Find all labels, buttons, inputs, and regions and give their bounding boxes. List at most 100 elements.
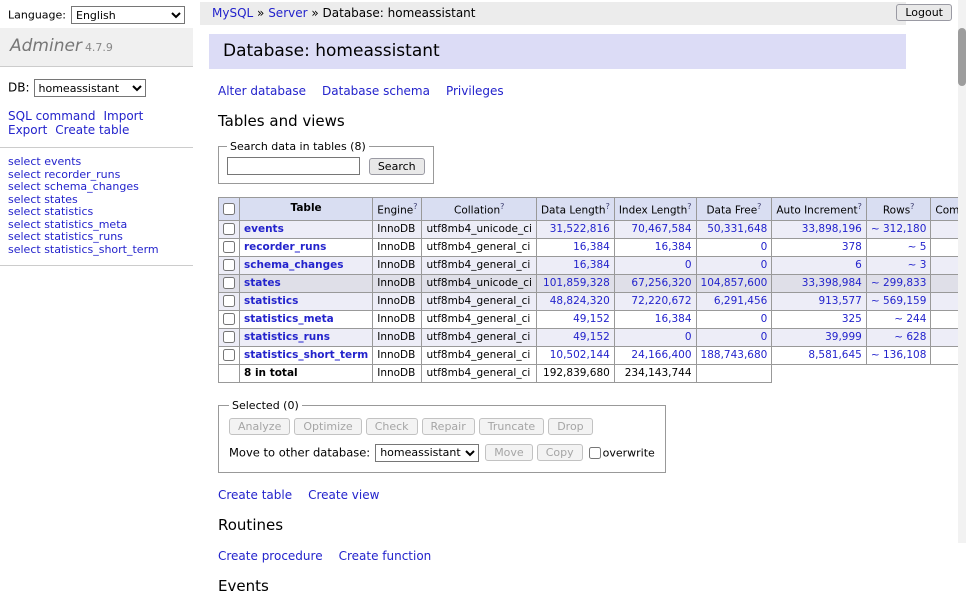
index-length-link[interactable]: 16,384 xyxy=(655,313,692,325)
rows-link[interactable]: ~ 569,159 xyxy=(871,295,927,307)
rows-link[interactable]: ~ 312,180 xyxy=(871,223,927,235)
table-name-link[interactable]: statistics xyxy=(244,295,298,307)
check-all-checkbox[interactable] xyxy=(223,203,235,215)
select-link-statistics_runs[interactable]: select xyxy=(8,230,41,243)
data-length-link[interactable]: 31,522,816 xyxy=(550,223,610,235)
row-checkbox[interactable] xyxy=(223,349,235,361)
data-free-link[interactable]: 6,291,456 xyxy=(714,295,767,307)
table-link-statistics_short_term[interactable]: statistics_short_term xyxy=(44,243,158,256)
rows-link[interactable]: ~ 136,108 xyxy=(871,349,927,361)
auto-increment-link[interactable]: 913,577 xyxy=(818,295,861,307)
overwrite-checkbox[interactable] xyxy=(589,447,601,459)
data-length-link[interactable]: 10,502,144 xyxy=(550,349,610,361)
help-icon[interactable]: ? xyxy=(858,202,862,211)
rows-link[interactable]: ~ 3 xyxy=(908,259,927,271)
table-name-link[interactable]: events xyxy=(244,223,284,235)
data-free-link[interactable]: 0 xyxy=(761,313,768,325)
row-checkbox[interactable] xyxy=(223,259,235,271)
move-db-select[interactable]: homeassistant xyxy=(375,444,479,462)
index-length-link[interactable]: 0 xyxy=(685,259,692,271)
data-free-link[interactable]: 104,857,600 xyxy=(701,277,768,289)
logout-button[interactable]: Logout xyxy=(896,4,952,21)
table-link-statistics_runs[interactable]: statistics_runs xyxy=(44,230,123,243)
db-link-database-schema[interactable]: Database schema xyxy=(322,84,430,98)
data-free-link[interactable]: 0 xyxy=(761,331,768,343)
db-link-privileges[interactable]: Privileges xyxy=(446,84,504,98)
language-select[interactable]: English xyxy=(71,6,185,24)
table-link-states[interactable]: states xyxy=(44,193,78,206)
row-checkbox[interactable] xyxy=(223,295,235,307)
rows-link[interactable]: ~ 628 xyxy=(894,331,926,343)
data-free-link[interactable]: 0 xyxy=(761,241,768,253)
rows-link[interactable]: ~ 299,833 xyxy=(871,277,927,289)
select-link-states[interactable]: select xyxy=(8,193,41,206)
index-length-link[interactable]: 0 xyxy=(685,331,692,343)
table-link-statistics[interactable]: statistics xyxy=(44,205,93,218)
db-link-alter-database[interactable]: Alter database xyxy=(218,84,306,98)
help-icon[interactable]: ? xyxy=(687,202,691,211)
auto-increment-link[interactable]: 378 xyxy=(842,241,862,253)
scrollbar-track[interactable] xyxy=(958,0,966,543)
auto-increment-link[interactable]: 6 xyxy=(855,259,862,271)
data-free-link[interactable]: 0 xyxy=(761,259,768,271)
table-name-link[interactable]: statistics_meta xyxy=(244,313,334,325)
auto-increment-link[interactable]: 39,999 xyxy=(825,331,862,343)
row-checkbox[interactable] xyxy=(223,223,235,235)
auto-increment-link[interactable]: 8,581,645 xyxy=(808,349,861,361)
create-link-create-view[interactable]: Create view xyxy=(308,488,379,502)
index-length-link[interactable]: 72,220,672 xyxy=(631,295,691,307)
table-name-link[interactable]: recorder_runs xyxy=(244,241,326,253)
sidebar-action-sql-command[interactable]: SQL command xyxy=(8,109,95,123)
sidebar-action-create-table[interactable]: Create table xyxy=(55,123,129,137)
data-free-link[interactable]: 50,331,648 xyxy=(707,223,767,235)
db-select[interactable]: homeassistant xyxy=(34,79,146,97)
select-link-schema_changes[interactable]: select xyxy=(8,180,41,193)
help-icon[interactable]: ? xyxy=(910,202,914,211)
data-length-link[interactable]: 48,824,320 xyxy=(550,295,610,307)
data-free-link[interactable]: 188,743,680 xyxy=(701,349,768,361)
adminer-logo-link[interactable]: Adminer xyxy=(10,36,82,56)
sidebar-action-import[interactable]: Import xyxy=(103,109,143,123)
help-icon[interactable]: ? xyxy=(606,202,610,211)
search-input[interactable] xyxy=(227,157,360,175)
row-checkbox[interactable] xyxy=(223,277,235,289)
row-checkbox[interactable] xyxy=(223,331,235,343)
data-length-link[interactable]: 49,152 xyxy=(573,331,610,343)
create-link-create-table[interactable]: Create table xyxy=(218,488,292,502)
data-length-link[interactable]: 16,384 xyxy=(573,241,610,253)
table-link-statistics_meta[interactable]: statistics_meta xyxy=(44,218,127,231)
auto-increment-link[interactable]: 33,398,984 xyxy=(802,277,862,289)
data-length-link[interactable]: 16,384 xyxy=(573,259,610,271)
table-name-link[interactable]: states xyxy=(244,277,281,289)
select-link-statistics[interactable]: select xyxy=(8,205,41,218)
row-checkbox[interactable] xyxy=(223,241,235,253)
routine-link-create-procedure[interactable]: Create procedure xyxy=(218,549,323,563)
data-length-link[interactable]: 101,859,328 xyxy=(543,277,610,289)
help-icon[interactable]: ? xyxy=(413,202,417,211)
table-name-link[interactable]: statistics_runs xyxy=(244,331,330,343)
table-name-link[interactable]: statistics_short_term xyxy=(244,349,368,361)
data-length-link[interactable]: 49,152 xyxy=(573,313,610,325)
auto-increment-link[interactable]: 33,898,196 xyxy=(802,223,862,235)
table-link-schema_changes[interactable]: schema_changes xyxy=(44,180,139,193)
scrollbar-thumb[interactable] xyxy=(958,28,966,86)
select-link-statistics_meta[interactable]: select xyxy=(8,218,41,231)
select-link-statistics_short_term[interactable]: select xyxy=(8,243,41,256)
select-link-recorder_runs[interactable]: select xyxy=(8,168,41,181)
sidebar-action-export[interactable]: Export xyxy=(8,123,47,137)
routine-link-create-function[interactable]: Create function xyxy=(339,549,432,563)
auto-increment-link[interactable]: 325 xyxy=(842,313,862,325)
index-length-link[interactable]: 67,256,320 xyxy=(631,277,691,289)
rows-link[interactable]: ~ 5 xyxy=(908,241,927,253)
row-checkbox[interactable] xyxy=(223,313,235,325)
index-length-link[interactable]: 70,467,584 xyxy=(631,223,691,235)
help-icon[interactable]: ? xyxy=(500,202,504,211)
rows-link[interactable]: ~ 244 xyxy=(894,313,926,325)
breadcrumb-link-mysql[interactable]: MySQL xyxy=(212,6,253,20)
table-link-recorder_runs[interactable]: recorder_runs xyxy=(44,168,120,181)
help-icon[interactable]: ? xyxy=(757,202,761,211)
index-length-link[interactable]: 24,166,400 xyxy=(631,349,691,361)
table-link-events[interactable]: events xyxy=(44,155,81,168)
select-link-events[interactable]: select xyxy=(8,155,41,168)
table-name-link[interactable]: schema_changes xyxy=(244,259,344,271)
